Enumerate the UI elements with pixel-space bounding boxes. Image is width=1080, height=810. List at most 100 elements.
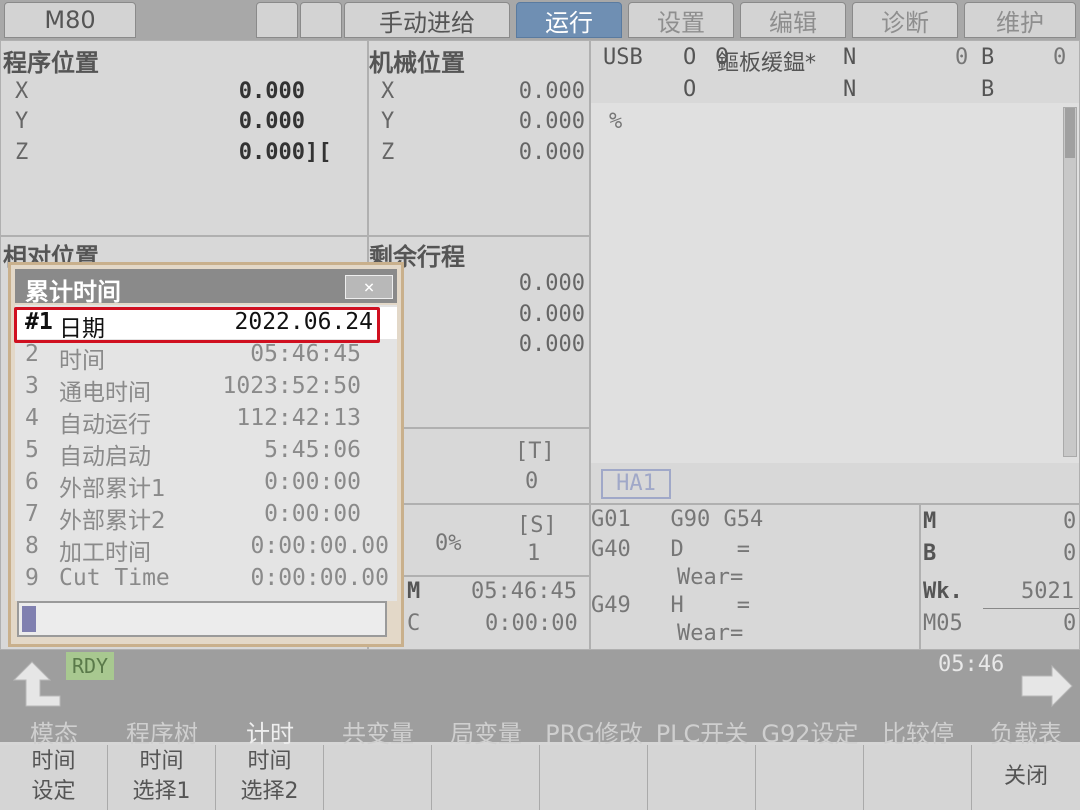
softkey-empty-4[interactable] bbox=[324, 745, 432, 810]
menu-g92-set[interactable]: G92设定 bbox=[756, 714, 864, 748]
time-row-auto-start[interactable]: 5 自动启动 5:45:06 bbox=[15, 435, 397, 470]
time-row-external-1[interactable]: 6 外部累计1 0:00:00 bbox=[15, 467, 397, 502]
time-row-machining[interactable]: 8 加工时间 0:00:00.00 bbox=[15, 531, 397, 566]
next-arrow-icon[interactable] bbox=[1016, 658, 1076, 714]
row-number: 3 bbox=[25, 373, 39, 399]
prog-x-value: 0.000 bbox=[238, 79, 305, 104]
selection-highlight bbox=[14, 307, 380, 343]
menu-compare-stop[interactable]: 比较停 bbox=[864, 714, 972, 748]
tab-maintenance-label: 维护 bbox=[996, 8, 1044, 37]
tab-setup-label: 设置 bbox=[657, 8, 705, 37]
tab-setup[interactable]: 设置 bbox=[628, 2, 734, 38]
row-value: 5:45:06 bbox=[264, 437, 361, 463]
menu-load-meter[interactable]: 负载表 bbox=[972, 714, 1080, 748]
row-value: 1023:52:50 bbox=[222, 373, 361, 399]
softkey-empty-8[interactable] bbox=[756, 745, 864, 810]
menu-common-var[interactable]: 共变量 bbox=[324, 714, 432, 748]
softkey-empty-7[interactable] bbox=[648, 745, 756, 810]
feed-mode-tab[interactable]: 手动进给 bbox=[344, 2, 510, 38]
dialog-close-button[interactable]: × bbox=[345, 275, 393, 299]
softkey-empty-9[interactable] bbox=[864, 745, 972, 810]
override-value: 0% bbox=[435, 531, 462, 556]
timer-c-label: C bbox=[407, 611, 421, 636]
softkey-empty-5[interactable] bbox=[432, 745, 540, 810]
row-value: 0:00:00 bbox=[264, 469, 361, 495]
softkey-close[interactable]: 关闭 bbox=[972, 745, 1080, 810]
program-n-label: N bbox=[843, 45, 857, 70]
wk-label: Wk. bbox=[923, 579, 963, 604]
softkey-time-set[interactable]: 时间 设定 bbox=[0, 745, 108, 810]
modal-m-label: M bbox=[923, 509, 937, 534]
wear-1-label: Wear= bbox=[677, 565, 744, 590]
menu-local-var[interactable]: 局变量 bbox=[432, 714, 540, 748]
program-o2-label: O bbox=[683, 77, 697, 102]
program-position-panel: 程序位置 X 0.000 Y 0.000 Z 0.000 ][ bbox=[0, 40, 368, 236]
tab-diagnosis[interactable]: 诊断 bbox=[852, 2, 958, 38]
time-row-time[interactable]: 2 时间 05:46:45 bbox=[15, 339, 397, 374]
row-number: 2 bbox=[25, 341, 39, 367]
row-label: 通电时间 bbox=[59, 380, 151, 406]
program-content-area[interactable]: % bbox=[591, 103, 1079, 463]
row-label: 时间 bbox=[59, 348, 105, 374]
tool-value: 0 bbox=[525, 469, 539, 494]
row-number: 5 bbox=[25, 437, 39, 463]
menu-prg-modify[interactable]: PRG修改 bbox=[540, 714, 648, 748]
row-number: 8 bbox=[25, 533, 39, 559]
row-label: 自动启动 bbox=[59, 444, 151, 470]
spindle-label: [S] bbox=[517, 513, 557, 538]
program-scrollbar-thumb[interactable] bbox=[1065, 108, 1075, 158]
m05-label: M05 bbox=[923, 611, 963, 636]
axis-y-label: Y bbox=[15, 109, 29, 134]
row-value: 0:00:00.00 bbox=[250, 533, 389, 559]
cumulative-time-dialog: 累计时间 × #1 日期 2022.06.24 2 时间 05:46:45 3 … bbox=[8, 262, 404, 647]
dialog-title: 累计时间 bbox=[25, 278, 121, 306]
softkey-time-select-1[interactable]: 时间 选择1 bbox=[108, 745, 216, 810]
remain-y-value: 0.000 bbox=[518, 302, 585, 327]
tab-run[interactable]: 运行 bbox=[516, 2, 622, 38]
menu-modal[interactable]: 模态 bbox=[0, 714, 108, 748]
time-row-cut-time[interactable]: 9 Cut Time 0:00:00.00 bbox=[15, 563, 397, 595]
program-n-value: 0 bbox=[955, 45, 969, 70]
tab-edit[interactable]: 编辑 bbox=[740, 2, 846, 38]
time-row-external-2[interactable]: 7 外部累计2 0:00:00 bbox=[15, 499, 397, 534]
prog-z-suffix: ][ bbox=[305, 140, 332, 165]
row-number: 4 bbox=[25, 405, 39, 431]
mode-indicator: M80 bbox=[4, 2, 136, 38]
return-arrow-icon[interactable] bbox=[4, 658, 64, 714]
program-b2-label: B bbox=[981, 77, 995, 102]
program-o-label: O bbox=[683, 45, 697, 70]
program-content-text: % bbox=[609, 109, 623, 134]
blank-tab-2 bbox=[300, 2, 342, 38]
menu-plc-switch[interactable]: PLC开关 bbox=[648, 714, 756, 748]
row-label: 外部累计1 bbox=[59, 476, 166, 502]
close-icon: × bbox=[363, 276, 375, 298]
softkey-time-select-2[interactable]: 时间 选择2 bbox=[216, 745, 324, 810]
softkey-line1: 时间 bbox=[139, 749, 184, 774]
program-position-title: 程序位置 bbox=[3, 49, 99, 77]
wk-underline bbox=[983, 608, 1079, 609]
tab-maintenance[interactable]: 维护 bbox=[964, 2, 1076, 38]
row-number: 9 bbox=[25, 565, 39, 591]
timer-m-value: 05:46:45 bbox=[471, 579, 577, 604]
row-number: 6 bbox=[25, 469, 39, 495]
row-label: 自动运行 bbox=[59, 412, 151, 438]
input-cursor bbox=[22, 606, 36, 632]
menu-timer[interactable]: 计时 bbox=[216, 714, 324, 748]
time-row-power-on[interactable]: 3 通电时间 1023:52:50 bbox=[15, 371, 397, 406]
ha1-badge: HA1 bbox=[601, 469, 671, 499]
softkey-empty-6[interactable] bbox=[540, 745, 648, 810]
m05-value: 0 bbox=[1063, 611, 1077, 636]
blank-tab-1 bbox=[256, 2, 298, 38]
wear-2-label: Wear= bbox=[677, 621, 744, 646]
mb-panel: M 0 B 0 Wk. 5021 M05 0 bbox=[920, 504, 1080, 650]
modal-m-value: 0 bbox=[1063, 509, 1077, 534]
modal-panel: G01 G90 G54 G40 D = Wear= G49 H = Wear= bbox=[590, 504, 920, 650]
program-n2-label: N bbox=[843, 77, 857, 102]
axis-x-label: X bbox=[15, 79, 29, 104]
row-label: Cut Time bbox=[59, 565, 170, 591]
dialog-input-field[interactable] bbox=[17, 601, 387, 637]
program-scrollbar[interactable] bbox=[1063, 107, 1077, 457]
program-b-value: 0 bbox=[1053, 45, 1067, 70]
menu-program-tree[interactable]: 程序树 bbox=[108, 714, 216, 748]
time-row-auto-run[interactable]: 4 自动运行 112:42:13 bbox=[15, 403, 397, 438]
